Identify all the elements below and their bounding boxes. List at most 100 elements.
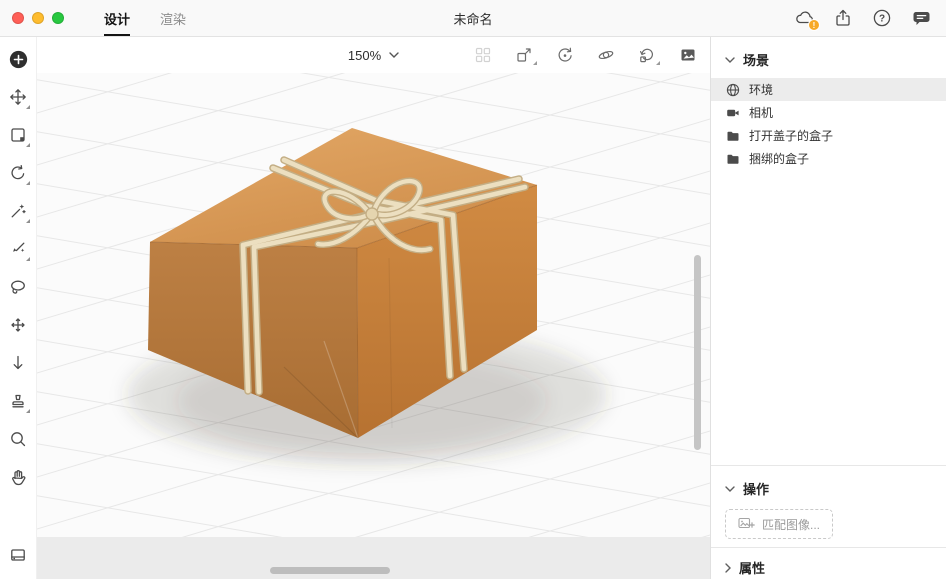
scene-header[interactable]: 场景	[711, 37, 946, 78]
orbit-button[interactable]	[596, 45, 616, 65]
tab-design[interactable]: 设计	[104, 0, 130, 36]
flyout-indicator	[26, 257, 30, 261]
scene-row-tied-box[interactable]: 捆绑的盒子	[711, 147, 946, 170]
rotate-icon	[9, 164, 27, 182]
flyout-indicator	[26, 105, 30, 109]
properties-header[interactable]: 属性	[711, 548, 946, 579]
chat-icon	[911, 8, 932, 28]
flyout-indicator	[26, 181, 30, 185]
help-icon: ?	[872, 8, 892, 28]
arrow-down-icon	[9, 354, 27, 372]
scene-item-label: 捆绑的盒子	[749, 150, 809, 167]
lasso-tool-button[interactable]	[4, 273, 32, 301]
minimize-button[interactable]	[32, 12, 44, 24]
chevron-down-icon	[389, 52, 399, 58]
svg-text:?: ?	[879, 13, 885, 24]
scene-item-label: 相机	[749, 104, 773, 121]
vertical-scrollbar[interactable]	[694, 255, 701, 450]
bottom-strip	[37, 537, 710, 579]
help-button[interactable]: ?	[871, 7, 893, 29]
fullscreen-button[interactable]	[52, 12, 64, 24]
zoom-tool-button[interactable]	[4, 425, 32, 453]
chevron-right-icon	[725, 563, 731, 573]
flyout-indicator	[26, 219, 30, 223]
stamp-tool-button[interactable]	[4, 387, 32, 415]
properties-section: 属性	[711, 547, 946, 579]
flyout-indicator	[533, 61, 537, 65]
cloud-sync-button[interactable]: !	[793, 7, 815, 29]
frame-icon	[9, 126, 27, 144]
rotate-tool-button[interactable]	[4, 159, 32, 187]
add-object-button[interactable]	[4, 45, 32, 73]
image-plus-icon	[738, 517, 755, 531]
transform-move-icon	[515, 46, 533, 64]
lasso-icon	[9, 278, 27, 296]
tab-render[interactable]: 渲染	[160, 0, 186, 36]
actions-header[interactable]: 操作	[711, 466, 946, 507]
screenshot-icon	[9, 546, 27, 564]
rotate-step-icon	[638, 46, 656, 64]
magic-wand-icon	[9, 202, 27, 220]
actions-section: 操作 匹配图像...	[711, 465, 946, 547]
scene-row-open-box[interactable]: 打开盖子的盒子	[711, 124, 946, 147]
share-button[interactable]	[832, 7, 854, 29]
magnifier-icon	[9, 430, 27, 448]
move-tool-button[interactable]	[4, 83, 32, 111]
translate-tool-button[interactable]	[4, 311, 32, 339]
feedback-button[interactable]	[910, 7, 932, 29]
render-image-button[interactable]	[678, 45, 698, 65]
globe-icon	[726, 83, 740, 97]
folder-icon	[726, 152, 740, 166]
zoom-control[interactable]: 150%	[348, 48, 399, 63]
app-window: 设计 渲染 未命名 ! ?	[0, 0, 946, 579]
share-icon	[833, 8, 853, 28]
translate-cross-icon	[9, 316, 27, 334]
match-image-label: 匹配图像...	[762, 516, 820, 533]
properties-header-label: 属性	[739, 558, 765, 577]
rotate-step-button[interactable]	[637, 45, 657, 65]
flyout-indicator	[26, 409, 30, 413]
scene-item-label: 打开盖子的盒子	[749, 127, 833, 144]
folder-icon	[726, 129, 740, 143]
layout-grid-button	[473, 45, 493, 65]
actions-header-label: 操作	[743, 479, 769, 498]
chevron-down-icon	[725, 486, 735, 492]
scene-header-label: 场景	[743, 50, 769, 69]
drop-tool-button[interactable]	[4, 349, 32, 377]
flyout-indicator	[26, 143, 30, 147]
stamp-icon	[9, 392, 27, 410]
scene-row-environment[interactable]: 环境	[711, 78, 946, 101]
close-button[interactable]	[12, 12, 24, 24]
frame-tool-button[interactable]	[4, 121, 32, 149]
transform-rotate-icon	[556, 46, 574, 64]
left-toolbar	[0, 37, 37, 579]
match-image-button[interactable]: 匹配图像...	[725, 509, 833, 539]
hand-icon	[9, 468, 27, 486]
scene-section: 场景 环境 相机	[711, 37, 946, 465]
canvas-toolbar: 150%	[37, 37, 710, 73]
scene-item-label: 环境	[749, 81, 773, 98]
camera-icon	[726, 106, 740, 120]
sync-warning-badge: !	[808, 19, 820, 31]
hand-tool-button[interactable]	[4, 463, 32, 491]
zoom-value: 150%	[348, 48, 381, 63]
orbit-icon	[597, 46, 615, 64]
paint-tool-button[interactable]	[4, 235, 32, 263]
chevron-down-icon	[725, 57, 735, 63]
flyout-indicator	[656, 61, 660, 65]
horizontal-scrollbar[interactable]	[270, 567, 390, 574]
canvas-area: 150%	[37, 37, 710, 579]
canvas-viewport[interactable]	[37, 73, 710, 537]
traffic-lights	[0, 0, 78, 36]
paint-brush-icon	[9, 240, 27, 258]
mode-tabs: 设计 渲染	[104, 0, 186, 36]
magic-wand-tool-button[interactable]	[4, 197, 32, 225]
transform-move-button[interactable]	[514, 45, 534, 65]
render-image-icon	[679, 46, 697, 64]
transform-rotate-button[interactable]	[555, 45, 575, 65]
layout-grid-icon	[474, 46, 492, 64]
screenshot-tool-button[interactable]	[4, 541, 32, 569]
scene-row-camera[interactable]: 相机	[711, 101, 946, 124]
right-panel: 场景 环境 相机	[710, 37, 946, 579]
plus-circle-icon	[9, 50, 28, 69]
